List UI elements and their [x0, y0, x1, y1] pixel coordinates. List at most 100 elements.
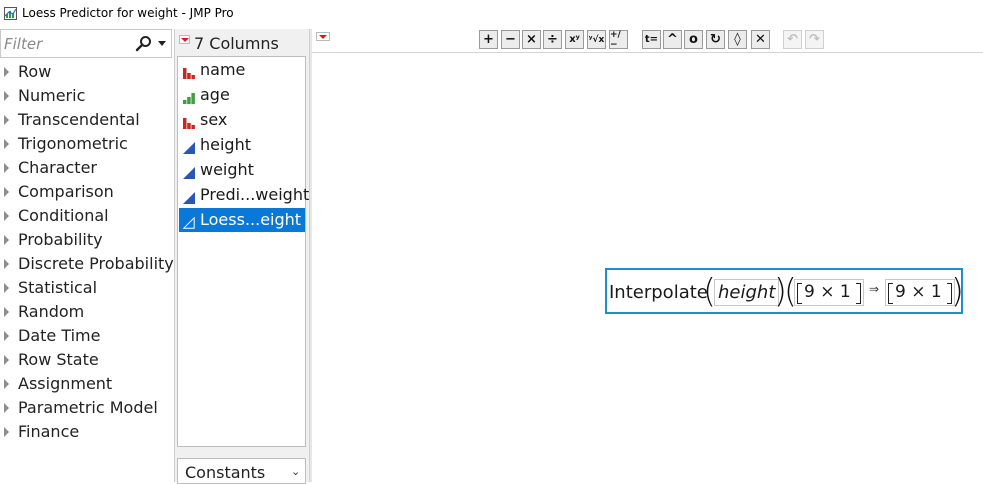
delete-button[interactable]: ✕ [751, 30, 770, 49]
category-date-time[interactable]: Date Time [0, 324, 174, 348]
category-label: Transcendental [18, 110, 140, 129]
category-finance[interactable]: Finance [0, 420, 174, 444]
category-label: Row [18, 62, 52, 81]
undo-button[interactable]: ↶ [783, 30, 802, 49]
assign-icon: t= [644, 34, 659, 45]
column-name: Loess...eight [200, 210, 302, 229]
category-character[interactable]: Character [0, 156, 174, 180]
red-triangle-menu-icon[interactable] [316, 32, 330, 41]
column-item[interactable]: Predi...weight [179, 183, 309, 207]
expand-triangle-icon[interactable] [4, 283, 9, 293]
nominal-icon [183, 64, 195, 79]
expand-triangle-icon[interactable] [4, 355, 9, 365]
add-icon: + [483, 32, 494, 47]
column-item[interactable]: weight [179, 158, 305, 182]
category-label: Discrete Probability [18, 254, 174, 273]
continuous-icon [183, 189, 195, 204]
delete-icon: ✕ [755, 32, 766, 47]
nominal-icon [183, 114, 195, 129]
category-trigonometric[interactable]: Trigonometric [0, 132, 174, 156]
power-icon: xʸ [569, 34, 580, 45]
expand-triangle-icon[interactable] [4, 379, 9, 389]
map-arrow-icon: ⇒ [869, 282, 880, 296]
search-icon[interactable] [135, 35, 153, 53]
category-label: Assignment [18, 374, 113, 393]
category-row-state[interactable]: Row State [0, 348, 174, 372]
category-transcendental[interactable]: Transcendental [0, 108, 174, 132]
category-label: Date Time [18, 326, 101, 345]
category-row[interactable]: Row [0, 60, 174, 84]
category-label: Parametric Model [18, 398, 158, 417]
matrix-argument[interactable]: 9 × 1 [885, 279, 955, 306]
category-probability[interactable]: Probability [0, 228, 174, 252]
category-label: Statistical [18, 278, 98, 297]
expand-triangle-icon[interactable] [4, 403, 9, 413]
expand-triangle-icon[interactable] [4, 91, 9, 101]
expand-triangle-icon[interactable] [4, 259, 9, 269]
add-button[interactable]: + [479, 30, 498, 49]
negate-button[interactable]: +/− [609, 29, 628, 50]
expand-triangle-icon[interactable] [4, 67, 9, 77]
unthrow-button[interactable]: ◊ [728, 30, 747, 49]
expand-triangle-icon[interactable] [4, 187, 9, 197]
function-name[interactable]: Interpolate [609, 282, 708, 303]
local-variable-button[interactable]: o [684, 30, 703, 49]
formula-expression[interactable]: Interpolate ( height ) ( 9 × 1 ⇒ 9 × 1 ) [605, 268, 964, 314]
expand-triangle-icon[interactable] [4, 163, 9, 173]
category-parametric-model[interactable]: Parametric Model [0, 396, 174, 420]
subtract-button[interactable]: − [501, 30, 520, 49]
matrix-argument[interactable]: 9 × 1 [794, 279, 864, 306]
column-item[interactable]: name [179, 58, 305, 82]
matrix-size: 9 × 1 [895, 282, 942, 302]
chevron-down-icon: ⌄ [291, 465, 301, 478]
expand-triangle-icon[interactable] [4, 211, 9, 221]
category-random[interactable]: Random [0, 300, 174, 324]
category-conditional[interactable]: Conditional [0, 204, 174, 228]
column-item[interactable]: sex [179, 108, 305, 132]
category-statistical[interactable]: Statistical [0, 276, 174, 300]
expand-triangle-icon[interactable] [4, 115, 9, 125]
category-discrete-probability[interactable]: Discrete Probability [0, 252, 174, 276]
expand-triangle-icon[interactable] [4, 139, 9, 149]
peel-button[interactable]: ^ [663, 30, 682, 49]
expand-triangle-icon[interactable] [4, 307, 9, 317]
category-comparison[interactable]: Comparison [0, 180, 174, 204]
jmp-app-icon [4, 7, 17, 20]
argument-height[interactable]: height [714, 279, 780, 306]
expand-triangle-icon[interactable] [4, 235, 9, 245]
column-item[interactable]: height [179, 133, 305, 157]
root-icon: ʸ√x [588, 34, 605, 45]
continuous-icon [182, 214, 195, 229]
category-label: Finance [18, 422, 80, 441]
formula-canvas[interactable] [312, 52, 983, 482]
category-label: Conditional [18, 206, 109, 225]
column-item[interactable]: Loess...eight [179, 208, 305, 232]
subtract-icon: − [505, 32, 516, 47]
column-item[interactable]: age [179, 83, 305, 107]
constants-dropdown[interactable]: Constants ⌄ [177, 458, 306, 484]
chevron-down-icon[interactable] [158, 41, 166, 46]
category-numeric[interactable]: Numeric [0, 84, 174, 108]
undo-icon: ↶ [787, 32, 798, 47]
expand-triangle-icon[interactable] [4, 331, 9, 341]
title-bar: Loess Predictor for weight - JMP Pro [0, 0, 983, 28]
redo-button[interactable]: ↷ [805, 30, 824, 49]
swap-button[interactable]: ↻ [706, 30, 725, 49]
root-button[interactable]: ʸ√x [587, 30, 606, 49]
column-name: sex [200, 110, 228, 129]
expand-triangle-icon[interactable] [4, 427, 9, 437]
divide-button[interactable]: ÷ [543, 30, 562, 49]
category-label: Probability [18, 230, 103, 249]
multiply-button[interactable]: × [522, 30, 541, 49]
continuous-icon [183, 139, 195, 154]
red-triangle-menu-icon[interactable] [179, 35, 190, 44]
category-assignment[interactable]: Assignment [0, 372, 174, 396]
negate-icon: +/− [610, 29, 621, 50]
unthrow-icon: ◊ [734, 32, 741, 47]
formula-toolbar: + − × ÷ xʸ ʸ√x +/− t= ^ o ↻ ◊ ✕ ↶ ↷ [312, 29, 983, 52]
filter-input[interactable] [4, 35, 126, 53]
constants-label: Constants [185, 463, 266, 482]
power-button[interactable]: xʸ [565, 30, 584, 49]
assign-button[interactable]: t= [642, 30, 661, 49]
category-label: Character [18, 158, 97, 177]
